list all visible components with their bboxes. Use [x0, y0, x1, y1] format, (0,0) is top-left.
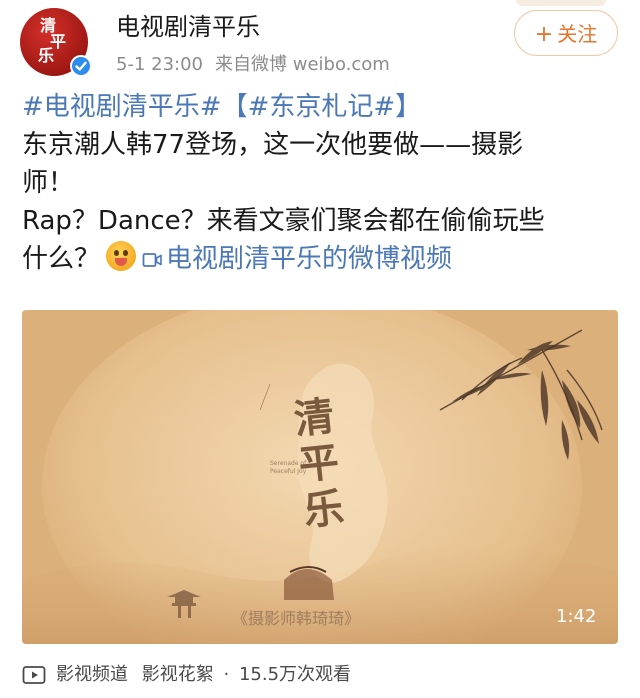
post-text-line-4: 什么？ 电视剧清平乐的微博视频 — [22, 240, 622, 278]
video-link[interactable]: 电视剧清平乐的微博视频 — [142, 244, 452, 274]
follow-label: 关注 — [557, 22, 598, 46]
post-text-line-4-text: 什么？ — [22, 244, 101, 274]
video-channel-icon — [22, 666, 46, 684]
video-link-label: 电视剧清平乐的微博视频 — [166, 244, 453, 274]
video-duration: 1:42 — [556, 606, 597, 627]
post-text-line-3: Rap？Dance？来看文豪们聚会都在偷偷玩些 — [22, 206, 545, 236]
plus-icon: + — [534, 22, 554, 47]
video-footer: 影视频道 影视花絮 · 15.5万次观看 — [22, 660, 351, 690]
video-channel[interactable]: 影视频道 — [56, 664, 128, 685]
post-source: 来自微博 weibo.com — [215, 54, 390, 75]
post-meta: 5-1 23:00 来自微博 weibo.com — [116, 52, 390, 78]
post-content: #电视剧清平乐#【#东京札记#】 东京潮人韩77登场，这一次他要做——摄影 师！… — [22, 88, 622, 278]
verified-badge-icon — [70, 55, 92, 77]
post-text-line-1: 东京潮人韩77登场，这一次他要做——摄影 — [22, 130, 524, 160]
hashtag-topic[interactable]: 【#东京札记#】 — [222, 92, 422, 122]
post-tags-line: #电视剧清平乐#【#东京札记#】 — [22, 88, 622, 126]
video-views: 15.5万次观看 — [238, 664, 352, 685]
video-link-icon — [142, 253, 162, 267]
post-timestamp: 5-1 23:00 — [116, 54, 203, 75]
follow-button[interactable]: + 关注 — [514, 10, 618, 56]
top-strip — [516, 0, 606, 6]
hashtag-show[interactable]: #电视剧清平乐# — [22, 92, 222, 122]
video-subtitle: 《摄影师韩琦琦》 — [232, 609, 361, 628]
post-text-line-2: 师！ — [22, 168, 75, 198]
tongue-out-emoji-icon — [106, 241, 137, 271]
video-category[interactable]: 影视花絮 — [142, 664, 214, 685]
account-name[interactable]: 电视剧清平乐 — [116, 12, 260, 42]
footer-separator: · — [223, 664, 230, 685]
